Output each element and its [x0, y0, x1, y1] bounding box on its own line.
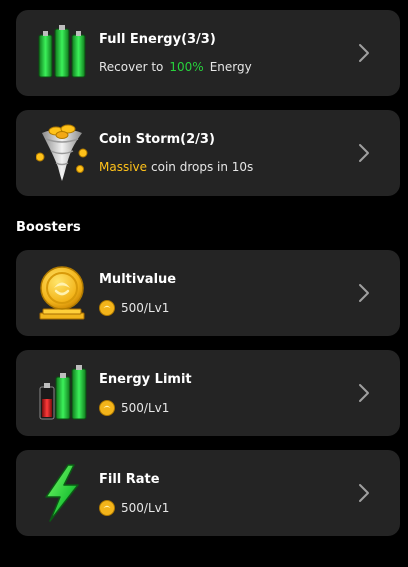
- coin-icon: [99, 300, 115, 316]
- energy-limit-cost: 500/Lv1: [99, 400, 169, 416]
- cost-value: 500/Lv1: [121, 301, 170, 315]
- coin-icon: [99, 500, 115, 516]
- fill-rate-card[interactable]: Fill Rate 500/Lv1: [16, 450, 400, 536]
- coin-storm-description: Massive coin drops in 10s: [99, 160, 253, 174]
- energy-batteries-icon: [36, 363, 88, 423]
- lightning-icon: [36, 463, 88, 523]
- energy-limit-title: Energy Limit: [99, 372, 192, 387]
- coin-storm-card[interactable]: Coin Storm(2/3) Massive coin drops in 10…: [16, 110, 400, 196]
- chevron-right-icon[interactable]: [358, 143, 370, 163]
- full-energy-description: Recover to 100% Energy: [99, 60, 252, 74]
- description-prefix: Recover to: [99, 60, 164, 74]
- full-energy-title: Full Energy(3/3): [99, 32, 216, 47]
- coin-storm-title: Coin Storm(2/3): [99, 132, 215, 147]
- coin-tornado-icon: [36, 123, 88, 183]
- multivalue-cost: 500/Lv1: [99, 300, 169, 316]
- chevron-right-icon[interactable]: [358, 43, 370, 63]
- chevron-right-icon[interactable]: [358, 383, 370, 403]
- description-suffix: Energy: [209, 60, 252, 74]
- energy-limit-card[interactable]: Energy Limit 500/Lv1: [16, 350, 400, 436]
- section-title: Boosters: [16, 220, 81, 235]
- fill-rate-title: Fill Rate: [99, 472, 160, 487]
- chevron-right-icon[interactable]: [358, 483, 370, 503]
- description-highlight: Massive: [99, 160, 148, 174]
- description-suffix: coin drops in 10s: [151, 160, 254, 174]
- full-energy-card[interactable]: Full Energy(3/3) Recover to 100% Energy: [16, 10, 400, 96]
- gold-coin-icon: [36, 263, 88, 323]
- description-highlight: 100%: [169, 60, 204, 74]
- multivalue-card[interactable]: Multivalue 500/Lv1: [16, 250, 400, 336]
- battery-icon: [36, 23, 88, 83]
- fill-rate-cost: 500/Lv1: [99, 500, 169, 516]
- coin-icon: [99, 400, 115, 416]
- multivalue-title: Multivalue: [99, 272, 177, 287]
- cost-value: 500/Lv1: [121, 501, 170, 515]
- chevron-right-icon[interactable]: [358, 283, 370, 303]
- cost-value: 500/Lv1: [121, 401, 170, 415]
